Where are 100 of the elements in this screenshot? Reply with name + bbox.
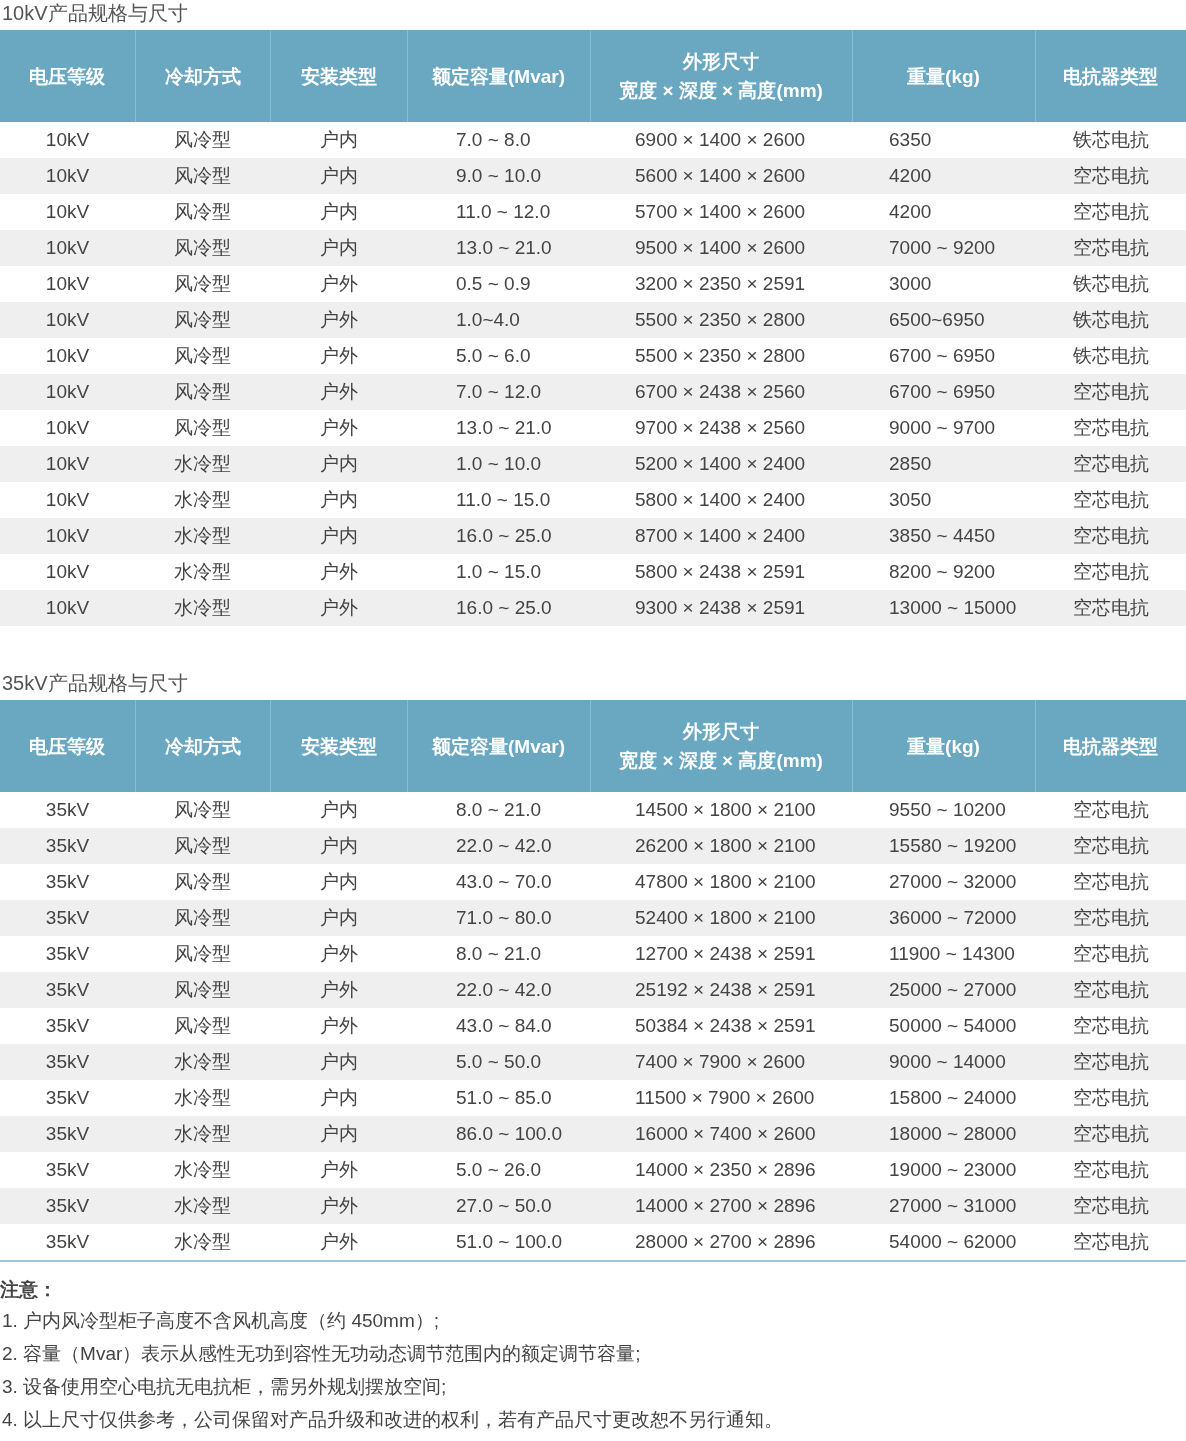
table-cell: 水冷型 xyxy=(135,1152,270,1188)
table-cell: 空芯电抗 xyxy=(1035,828,1186,864)
table-cell: 水冷型 xyxy=(135,1188,270,1224)
table-cell: 5.0 ~ 6.0 xyxy=(407,338,590,374)
table-cell: 18000 ~ 28000 xyxy=(852,1116,1035,1152)
table-cell: 户内 xyxy=(270,158,407,194)
column-header: 冷却方式 xyxy=(135,30,270,122)
table-cell: 空芯电抗 xyxy=(1035,864,1186,900)
table-cell: 0.5 ~ 0.9 xyxy=(407,266,590,302)
table-cell: 35kV xyxy=(0,828,135,864)
table-cell: 空芯电抗 xyxy=(1035,1044,1186,1080)
column-header: 安装类型 xyxy=(270,700,407,792)
table-cell: 户外 xyxy=(270,1224,407,1261)
table-title: 10kV产品规格与尺寸 xyxy=(1,1,189,26)
table-cell: 风冷型 xyxy=(135,230,270,266)
table-cell: 10kV xyxy=(0,410,135,446)
table-cell: 户外 xyxy=(270,1008,407,1044)
column-header: 电抗器类型 xyxy=(1035,700,1186,792)
table-cell: 47800 × 1800 × 2100 xyxy=(590,864,852,900)
table-cell: 6700 ~ 6950 xyxy=(852,338,1035,374)
table-cell: 5700 × 1400 × 2600 xyxy=(590,194,852,230)
table-cell: 10kV xyxy=(0,266,135,302)
table-cell: 27000 ~ 32000 xyxy=(852,864,1035,900)
table-cell: 3000 xyxy=(852,266,1035,302)
table-cell: 12700 × 2438 × 2591 xyxy=(590,936,852,972)
table-cell: 空芯电抗 xyxy=(1035,792,1186,828)
table-cell: 50384 × 2438 × 2591 xyxy=(590,1008,852,1044)
note-text: 1. 户内风冷型柜子高度不含风机高度（约 450mm）; xyxy=(1,1309,441,1333)
table-cell: 16.0 ~ 25.0 xyxy=(407,518,590,554)
table-cell: 空芯电抗 xyxy=(1035,900,1186,936)
table-cell: 11.0 ~ 15.0 xyxy=(407,482,590,518)
table-cell: 户外 xyxy=(270,1152,407,1188)
table-cell: 10kV xyxy=(0,122,135,158)
table-cell: 风冷型 xyxy=(135,1008,270,1044)
table-cell: 10kV xyxy=(0,374,135,410)
table-cell: 16000 × 7400 × 2600 xyxy=(590,1116,852,1152)
table-cell: 27.0 ~ 50.0 xyxy=(407,1188,590,1224)
note-text: 4. 以上尺寸仅供参考，公司保留对产品升级和改进的权利，若有产品尺寸更改恕不另行通知。 xyxy=(1,1408,785,1432)
table-cell: 水冷型 xyxy=(135,1044,270,1080)
column-header: 重量(kg) xyxy=(852,30,1035,122)
table-cell: 风冷型 xyxy=(135,194,270,230)
table-cell: 风冷型 xyxy=(135,792,270,828)
table-cell: 户外 xyxy=(270,936,407,972)
table-cell: 36000 ~ 72000 xyxy=(852,900,1035,936)
table-cell: 52400 × 1800 × 2100 xyxy=(590,900,852,936)
table-cell: 空芯电抗 xyxy=(1035,1224,1186,1261)
table-cell: 水冷型 xyxy=(135,1224,270,1261)
table-cell: 11900 ~ 14300 xyxy=(852,936,1035,972)
column-header: 电压等级 xyxy=(0,30,135,122)
table-cell: 风冷型 xyxy=(135,864,270,900)
table-cell: 空芯电抗 xyxy=(1035,482,1186,518)
table-cell: 9550 ~ 10200 xyxy=(852,792,1035,828)
table-cell: 54000 ~ 62000 xyxy=(852,1224,1035,1261)
table-cell: 1.0 ~ 15.0 xyxy=(407,554,590,590)
table-cell: 22.0 ~ 42.0 xyxy=(407,972,590,1008)
table-cell: 5600 × 1400 × 2600 xyxy=(590,158,852,194)
table-cell: 5800 × 1400 × 2400 xyxy=(590,482,852,518)
table-cell: 户内 xyxy=(270,194,407,230)
note-text: 2. 容量（Mvar）表示从感性无功到容性无功动态调节范围内的额定调节容量; xyxy=(1,1342,642,1366)
table-cell: 11.0 ~ 12.0 xyxy=(407,194,590,230)
column-header: 电抗器类型 xyxy=(1035,30,1186,122)
table-cell: 5800 × 2438 × 2591 xyxy=(590,554,852,590)
table-cell: 1.0 ~ 10.0 xyxy=(407,446,590,482)
table-cell: 19000 ~ 23000 xyxy=(852,1152,1035,1188)
table-cell: 51.0 ~ 85.0 xyxy=(407,1080,590,1116)
table-cell: 6350 xyxy=(852,122,1035,158)
table-cell: 7000 ~ 9200 xyxy=(852,230,1035,266)
table-cell: 35kV xyxy=(0,1188,135,1224)
table-cell: 水冷型 xyxy=(135,554,270,590)
table-cell: 风冷型 xyxy=(135,972,270,1008)
table-cell: 6700 × 2438 × 2560 xyxy=(590,374,852,410)
table-cell: 5.0 ~ 26.0 xyxy=(407,1152,590,1188)
table-cell: 户内 xyxy=(270,864,407,900)
table-cell: 51.0 ~ 100.0 xyxy=(407,1224,590,1261)
table-cell: 5500 × 2350 × 2800 xyxy=(590,338,852,374)
table-cell: 户内 xyxy=(270,122,407,158)
table-cell: 风冷型 xyxy=(135,900,270,936)
table-cell: 户外 xyxy=(270,266,407,302)
table-cell: 8200 ~ 9200 xyxy=(852,554,1035,590)
table-cell: 35kV xyxy=(0,900,135,936)
table-cell: 空芯电抗 xyxy=(1035,230,1186,266)
table-cell: 空芯电抗 xyxy=(1035,194,1186,230)
table-cell: 3850 ~ 4450 xyxy=(852,518,1035,554)
table-cell: 25192 × 2438 × 2591 xyxy=(590,972,852,1008)
table-cell: 水冷型 xyxy=(135,518,270,554)
table-cell: 6900 × 1400 × 2600 xyxy=(590,122,852,158)
table-cell: 11500 × 7900 × 2600 xyxy=(590,1080,852,1116)
table-cell: 10kV xyxy=(0,518,135,554)
table-cell: 户内 xyxy=(270,1116,407,1152)
table-cell: 16.0 ~ 25.0 xyxy=(407,590,590,626)
table-cell: 户内 xyxy=(270,828,407,864)
table-cell: 10kV xyxy=(0,446,135,482)
table-cell: 空芯电抗 xyxy=(1035,1080,1186,1116)
column-header: 安装类型 xyxy=(270,30,407,122)
column-header: 额定容量(Mvar) xyxy=(407,700,590,792)
table-cell: 5200 × 1400 × 2400 xyxy=(590,446,852,482)
table-cell: 空芯电抗 xyxy=(1035,972,1186,1008)
table-cell: 户外 xyxy=(270,1188,407,1224)
table-cell: 22.0 ~ 42.0 xyxy=(407,828,590,864)
table-cell: 4200 xyxy=(852,158,1035,194)
